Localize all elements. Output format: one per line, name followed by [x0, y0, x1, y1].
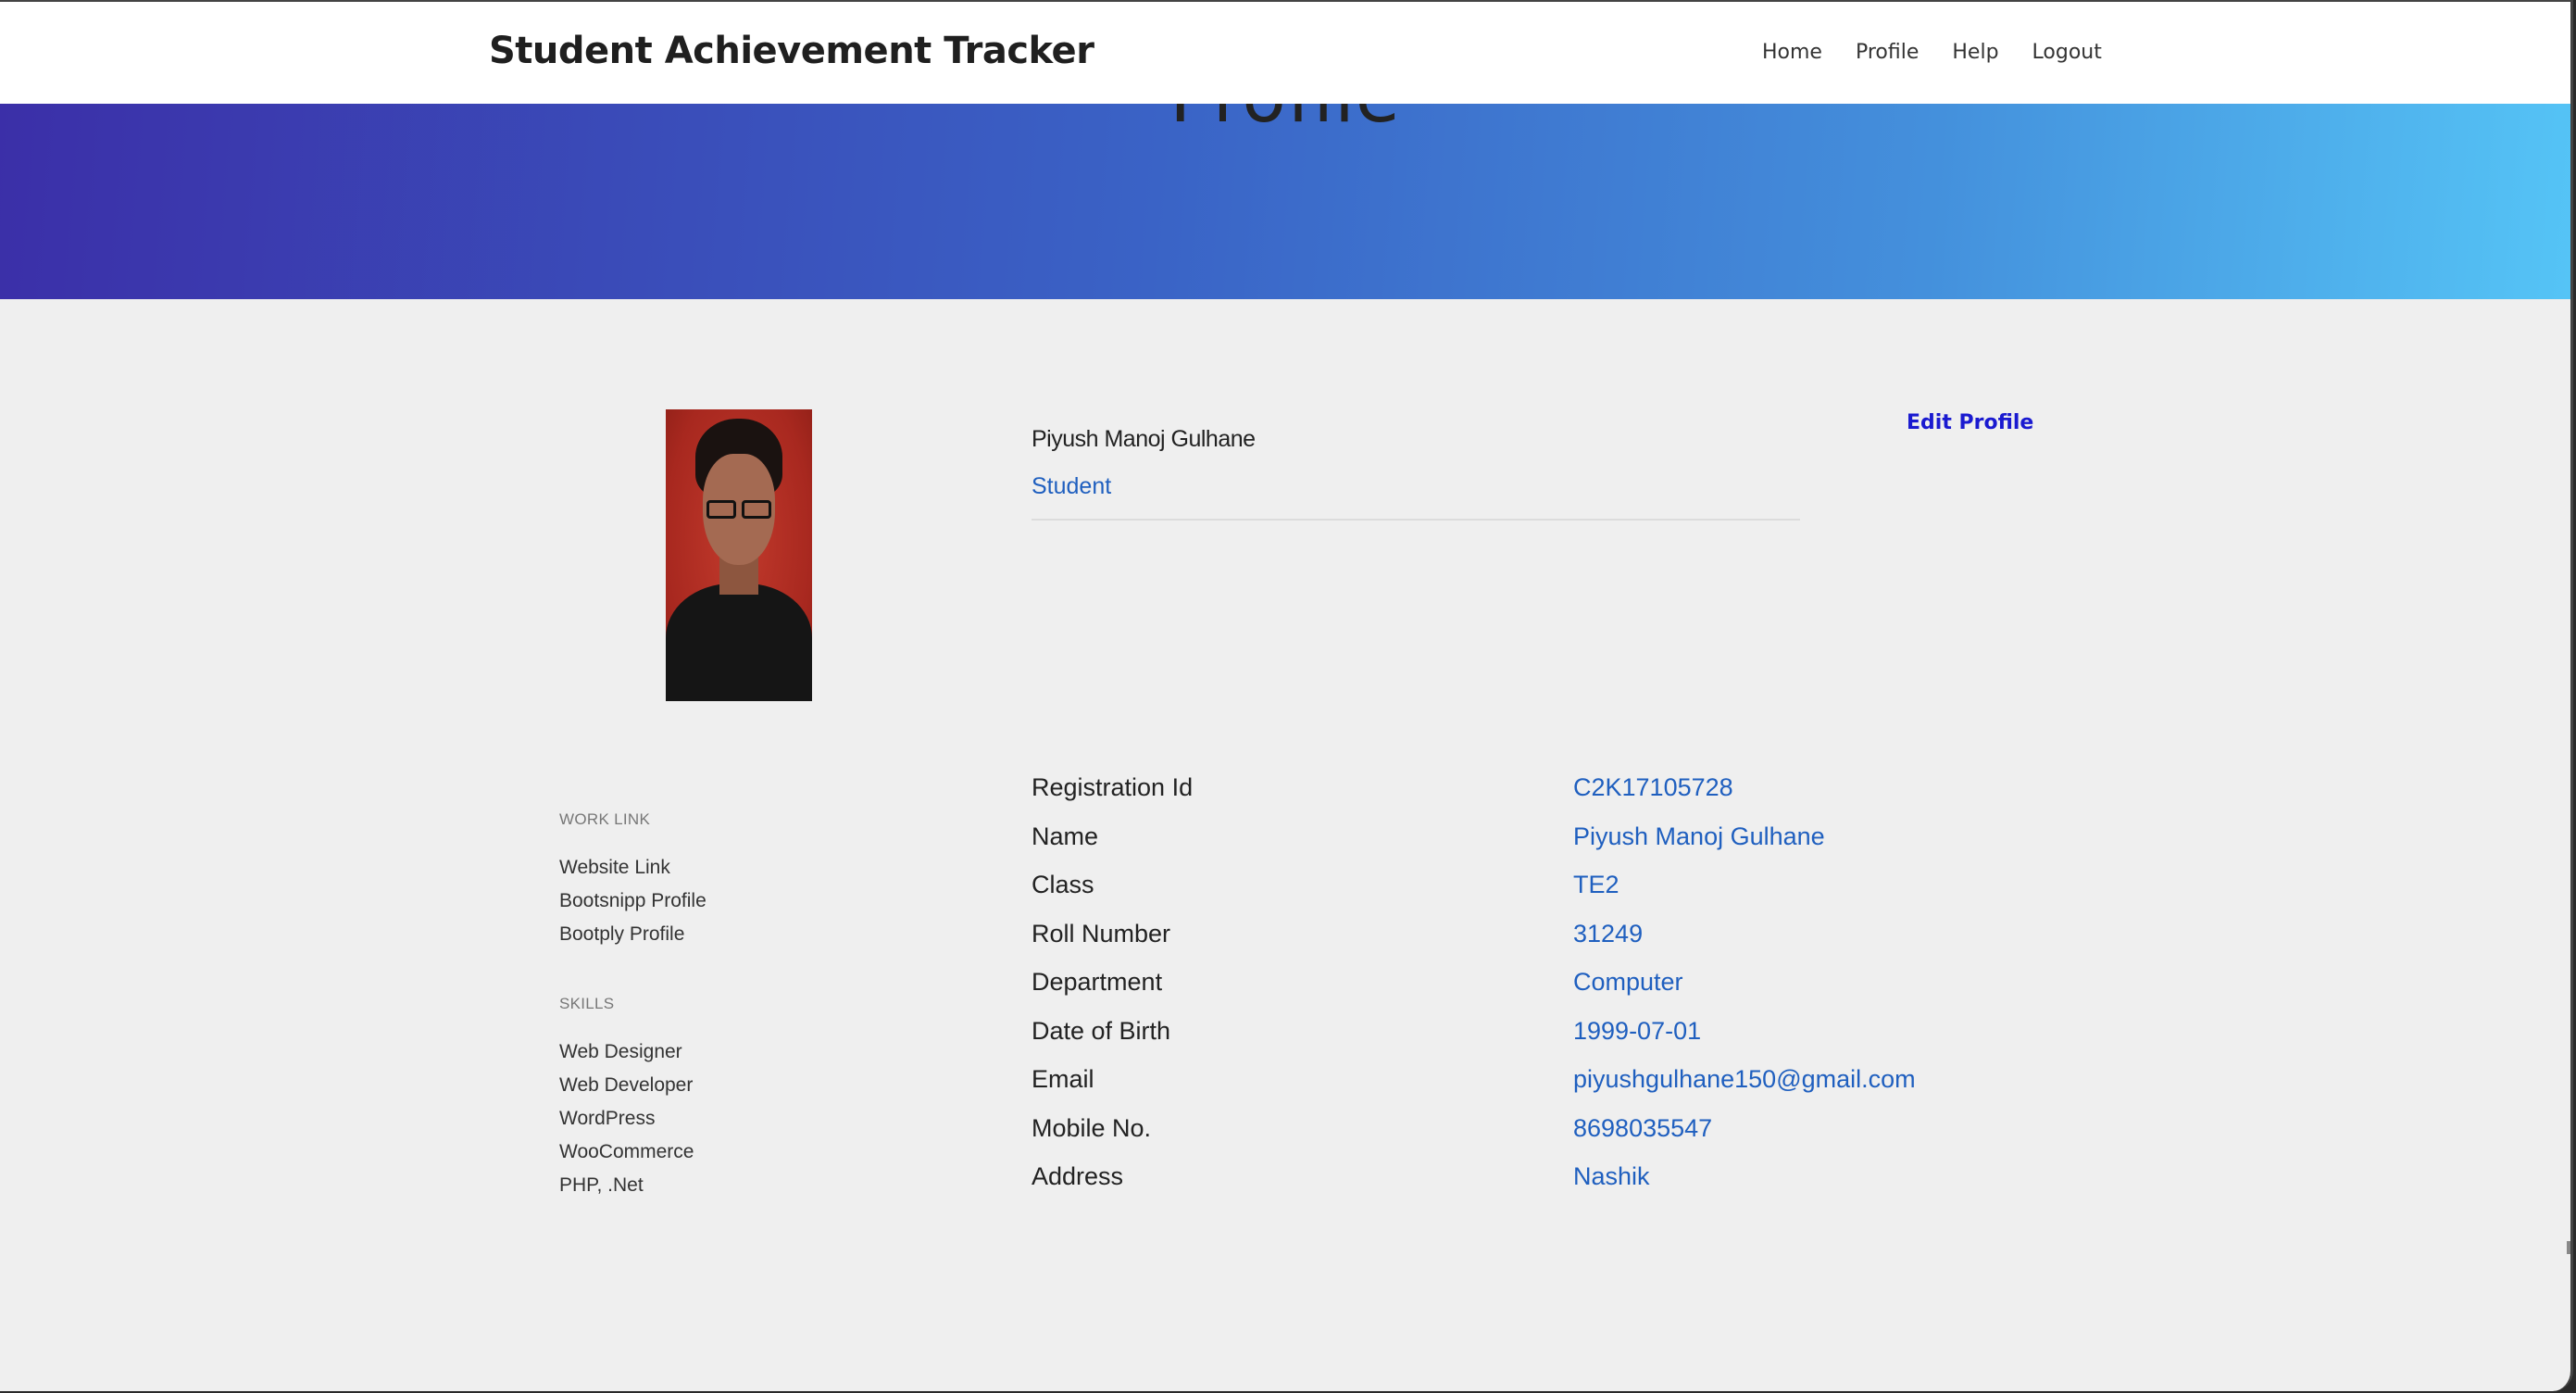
- detail-label: Department: [1032, 968, 1163, 996]
- detail-label: Registration Id: [1032, 773, 1194, 801]
- nav-profile[interactable]: Profile: [1856, 41, 1919, 64]
- detail-label: Roll Number: [1032, 919, 1171, 947]
- details-table: Registration Id C2K17105728 Name Piyush …: [1032, 773, 1957, 1211]
- detail-row: Name Piyush Manoj Gulhane: [1032, 822, 1957, 872]
- detail-value: 8698035547: [1573, 1113, 1713, 1142]
- nav-logout[interactable]: Logout: [2032, 41, 2102, 64]
- detail-value: Computer: [1573, 968, 1683, 996]
- navbar: Student Achievement Tracker Home Profile…: [0, 2, 2570, 104]
- profile-photo: [666, 409, 812, 701]
- detail-value: Nashik: [1573, 1162, 1650, 1190]
- detail-value: 31249: [1573, 919, 1644, 947]
- detail-row: Registration Id C2K17105728: [1032, 773, 1957, 822]
- detail-row: Mobile No. 8698035547: [1032, 1114, 1957, 1163]
- work-link-bootsnipp[interactable]: Bootsnipp Profile: [559, 890, 782, 923]
- skill-item: WordPress: [559, 1108, 656, 1129]
- detail-value: Piyush Manoj Gulhane: [1573, 822, 1825, 850]
- work-link-section: WORK LINK Website Link Bootsnipp Profile…: [559, 810, 782, 957]
- nav-home[interactable]: Home: [1762, 41, 1822, 64]
- browser-page: Profile Student Achievement Tracker Home…: [0, 0, 2573, 1391]
- detail-row: Date of Birth 1999-07-01: [1032, 1017, 1957, 1066]
- nav-help[interactable]: Help: [1952, 41, 1998, 64]
- skill-item: PHP, .Net: [559, 1174, 644, 1196]
- detail-row: Class TE2: [1032, 871, 1957, 920]
- hero-title: Profile: [0, 104, 2570, 139]
- detail-label: Name: [1032, 822, 1099, 850]
- profile-divider: [1032, 519, 1800, 521]
- detail-row: Roll Number 31249: [1032, 920, 1957, 969]
- detail-label: Mobile No.: [1032, 1113, 1152, 1142]
- detail-row: Address Nashik: [1032, 1162, 1957, 1211]
- profile-name: Piyush Manoj Gulhane: [1032, 426, 1256, 452]
- skill-item: Web Designer: [559, 1041, 682, 1062]
- work-link-website[interactable]: Website Link: [559, 857, 782, 890]
- profile-role: Student: [1032, 473, 1112, 499]
- hero-banner: Profile: [0, 104, 2570, 299]
- detail-label: Address: [1032, 1162, 1124, 1190]
- edit-profile-button[interactable]: Edit Profile: [1907, 411, 2033, 434]
- detail-value: piyushgulhane150@gmail.com: [1573, 1065, 1916, 1093]
- detail-value: TE2: [1573, 871, 1619, 898]
- skill-item: WooCommerce: [559, 1141, 694, 1162]
- detail-value: C2K17105728: [1573, 773, 1733, 801]
- photo-glasses: [703, 500, 775, 519]
- detail-label: Class: [1032, 871, 1094, 898]
- work-link-title: WORK LINK: [559, 810, 651, 828]
- detail-value: 1999-07-01: [1573, 1016, 1702, 1045]
- detail-row: Email piyushgulhane150@gmail.com: [1032, 1065, 1957, 1114]
- photo-shirt: [666, 584, 812, 701]
- work-link-bootply[interactable]: Bootply Profile: [559, 923, 782, 957]
- detail-label: Email: [1032, 1065, 1094, 1093]
- skill-item: Web Developer: [559, 1074, 694, 1096]
- detail-row: Department Computer: [1032, 968, 1957, 1017]
- skills-section: SKILLS Web Designer Web Developer WordPr…: [559, 995, 782, 1208]
- nav-links: Home Profile Help Logout: [1762, 41, 2102, 64]
- scrollbar-thumb[interactable]: [2567, 1241, 2570, 1254]
- detail-label: Date of Birth: [1032, 1016, 1171, 1045]
- brand-title[interactable]: Student Achievement Tracker: [489, 30, 1094, 72]
- skills-title: SKILLS: [559, 995, 615, 1012]
